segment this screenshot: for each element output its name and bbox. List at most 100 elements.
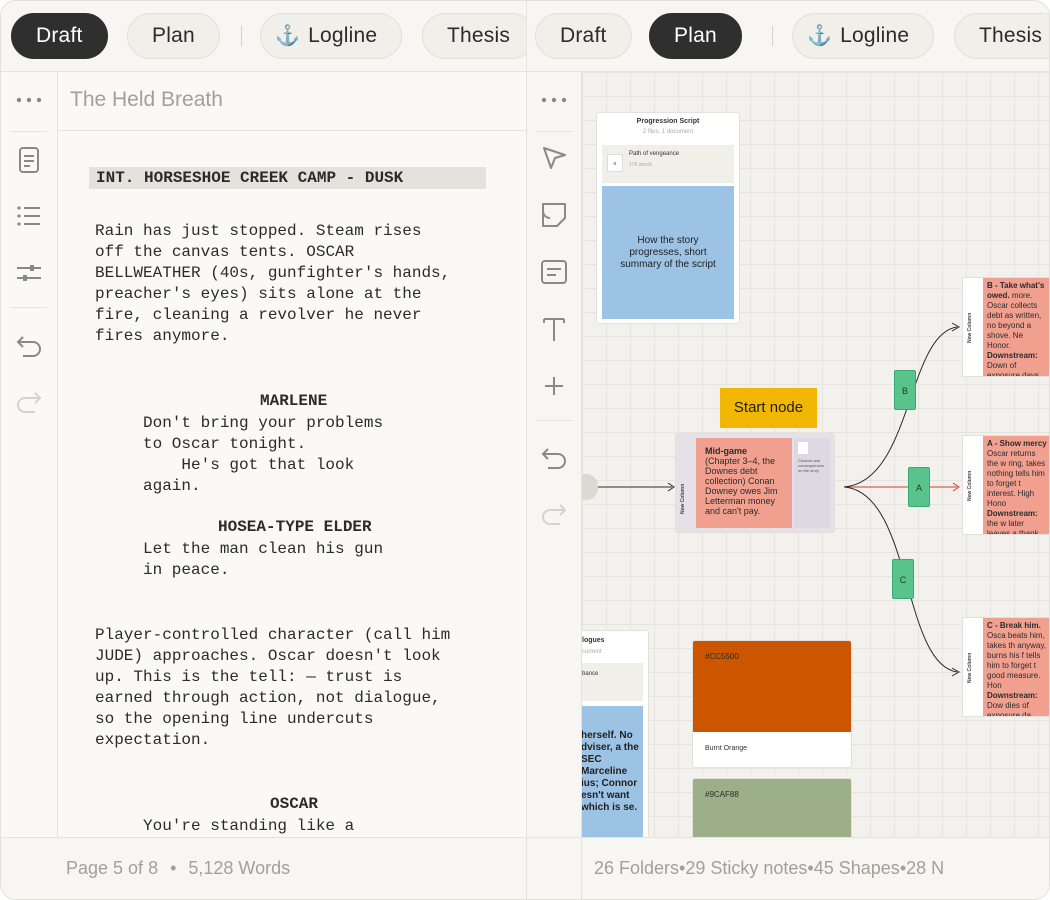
swatch-hex: #CC5500 — [705, 652, 739, 661]
tab-divider — [772, 26, 773, 46]
anchor-icon: ⚓ — [275, 25, 301, 47]
plan-canvas[interactable]: Progression Script 2 files, 1 document ≡… — [582, 72, 1049, 837]
downstream-label: Downstream: — [987, 691, 1038, 700]
tab-plan[interactable]: Plan — [127, 13, 220, 59]
progression-folder-card[interactable]: Progression Script 2 files, 1 document ≡… — [596, 112, 740, 324]
document-title[interactable]: The Held Breath — [70, 88, 223, 112]
status-text: 26 Folders•29 Sticky notes•45 Shapes•28 … — [594, 858, 944, 879]
scene-card-midgame[interactable]: New Column Mid-game (Chapter 3–4, the Do… — [675, 433, 835, 533]
add-icon[interactable] — [538, 370, 570, 402]
tab-thesis[interactable]: Thesis — [954, 13, 1049, 59]
start-node[interactable]: Start node — [720, 388, 817, 428]
column-label: New Column — [967, 470, 973, 501]
more-icon[interactable] — [538, 84, 570, 116]
draft-pane: Draft Plan ⚓ Logline Thesis The Held Bre… — [1, 1, 527, 899]
outcome-text: Osca beats him, takes th anyway, burns h… — [987, 631, 1046, 690]
left-status-bar: Page 5 of 8 • 5,128 Words — [1, 837, 526, 899]
dialogue-block[interactable]: Let the man clean his gun in peace. — [143, 539, 383, 581]
scene-card-outcome-b[interactable]: New Column B - Take what's owed. more. O… — [962, 277, 1049, 377]
tab-plan[interactable]: Plan — [649, 13, 742, 59]
tab-thesis[interactable]: Thesis — [422, 13, 526, 59]
app-window: Draft Plan ⚓ Logline Thesis The Held Bre… — [0, 0, 1050, 900]
tab-logline[interactable]: ⚓ Logline — [260, 13, 403, 59]
dialogues-folder-card[interactable]: logues cument bance herself. No dviser, … — [582, 630, 649, 837]
doc-title-bar: The Held Breath — [58, 72, 526, 131]
redo-icon[interactable] — [538, 497, 570, 529]
dialogue-block[interactable]: Don't bring your problems to Oscar tonig… — [143, 413, 383, 497]
redo-icon[interactable] — [13, 385, 45, 417]
scene-card-outcome-a[interactable]: New Column A - Show mercy Oscar returns … — [962, 435, 1049, 535]
color-swatch-card[interactable]: #9CAF88 — [692, 778, 852, 837]
scene-card-body: Mid-game (Chapter 3–4, the Downes debt c… — [696, 438, 792, 528]
more-icon[interactable] — [13, 84, 45, 116]
scene-card-body: A - Show mercy Oscar returns the w ring,… — [983, 436, 1049, 534]
downstream-label: Downstream: — [987, 351, 1038, 360]
scene-card-body: B - Take what's owed. more. Oscar collec… — [983, 278, 1049, 376]
tab-logline[interactable]: ⚓ Logline — [792, 13, 935, 59]
character-name[interactable]: HOSEA-TYPE ELDER — [218, 517, 372, 538]
right-tabbar: Draft Plan ⚓ Logline Thesis — [527, 1, 1049, 72]
toolbar-divider — [11, 307, 47, 308]
right-status-bar: 26 Folders•29 Sticky notes•45 Shapes•28 … — [582, 837, 1049, 899]
pointer-icon[interactable] — [538, 142, 570, 174]
list-icon[interactable] — [13, 200, 45, 232]
tab-logline-label: Logline — [308, 24, 378, 47]
sticky-note[interactable]: How the story progresses, short summary … — [602, 186, 734, 319]
tab-draft[interactable]: Draft — [535, 13, 632, 59]
sticky-notes-count: 29 Sticky notes — [685, 858, 808, 878]
document-item[interactable]: ≡ Path of vengeance 176 words — [602, 145, 734, 183]
column-label: New Column — [680, 483, 686, 514]
sliders-icon[interactable] — [13, 257, 45, 289]
folders-count: 26 Folders — [594, 858, 680, 878]
downstream-text: the w later leaves a thank note at camp;… — [987, 519, 1039, 534]
document-item[interactable]: bance — [582, 663, 643, 701]
more-count: 28 N — [906, 858, 945, 878]
scene-card-title: Mid-game — [705, 446, 748, 456]
tab-draft[interactable]: Draft — [11, 13, 108, 59]
column-label: New Column — [967, 312, 973, 343]
toolbar-divider — [537, 131, 573, 132]
doc-thumbnail-icon — [798, 442, 808, 454]
scene-card-body: C - Break him. Osca beats him, takes th … — [983, 618, 1049, 716]
aside-text: Choices and consequences on the story — [798, 458, 824, 473]
document-item-title: Path of vengeance — [629, 151, 680, 157]
status-text: Page 5 of 8 • 5,128 Words — [66, 858, 290, 879]
dialogue-block[interactable]: You're standing like a — [143, 816, 354, 837]
scene-card-outcome-c[interactable]: New Column C - Break him. Osca beats him… — [962, 617, 1049, 717]
outcome-heading: A - Show mercy — [987, 439, 1047, 448]
text-tool-icon[interactable] — [538, 313, 570, 345]
toolbar-footer — [527, 837, 582, 899]
downstream-text: Down of exposure days la widow curses Os… — [987, 361, 1040, 376]
downstream-label: Downstream: — [987, 509, 1038, 518]
downstream-text: Dow dies of exposure da later; his widow… — [987, 701, 1032, 716]
action-block[interactable]: Rain has just stopped. Steam rises off t… — [95, 221, 495, 347]
scene-card-text: (Chapter 3–4, the Downes debt collection… — [705, 456, 778, 516]
action-block[interactable]: Player-controlled character (call him JU… — [95, 625, 495, 751]
character-name[interactable]: OSCAR — [270, 794, 318, 815]
folder-title: Progression Script — [636, 118, 700, 125]
branch-label-c[interactable]: C — [892, 559, 914, 599]
screenplay-editor[interactable]: INT. HORSESHOE CREEK CAMP - DUSK Rain ha… — [58, 131, 526, 837]
scene-heading[interactable]: INT. HORSESHOE CREEK CAMP - DUSK — [89, 167, 486, 189]
color-swatch-card[interactable]: #CC5500 Burnt Orange — [692, 640, 852, 768]
undo-icon[interactable] — [13, 329, 45, 361]
scene-card-aside: Choices and consequences on the story — [794, 438, 830, 528]
branch-label-a[interactable]: A — [908, 467, 930, 507]
character-name[interactable]: MARLENE — [260, 391, 327, 412]
document-icon[interactable] — [13, 144, 45, 176]
sticky-note[interactable]: herself. No dviser, a the SEC Marceline … — [582, 706, 643, 837]
swatch-fill: #CC5500 — [693, 641, 851, 732]
tab-divider — [241, 26, 242, 46]
word-count: 5,128 Words — [188, 858, 291, 878]
document-item-title: bance — [582, 671, 599, 677]
card-icon[interactable] — [538, 256, 570, 288]
page-indicator: Page 5 of 8 — [66, 858, 159, 878]
tab-logline-label: Logline — [840, 24, 910, 47]
column-label: New Column — [967, 652, 973, 683]
toolbar-divider — [537, 420, 573, 421]
branch-label-b[interactable]: B — [894, 370, 916, 410]
sticky-note-icon[interactable] — [538, 199, 570, 231]
undo-icon[interactable] — [538, 441, 570, 473]
folder-subtitle: cument — [582, 649, 602, 655]
document-item-meta: 176 words — [629, 162, 653, 168]
